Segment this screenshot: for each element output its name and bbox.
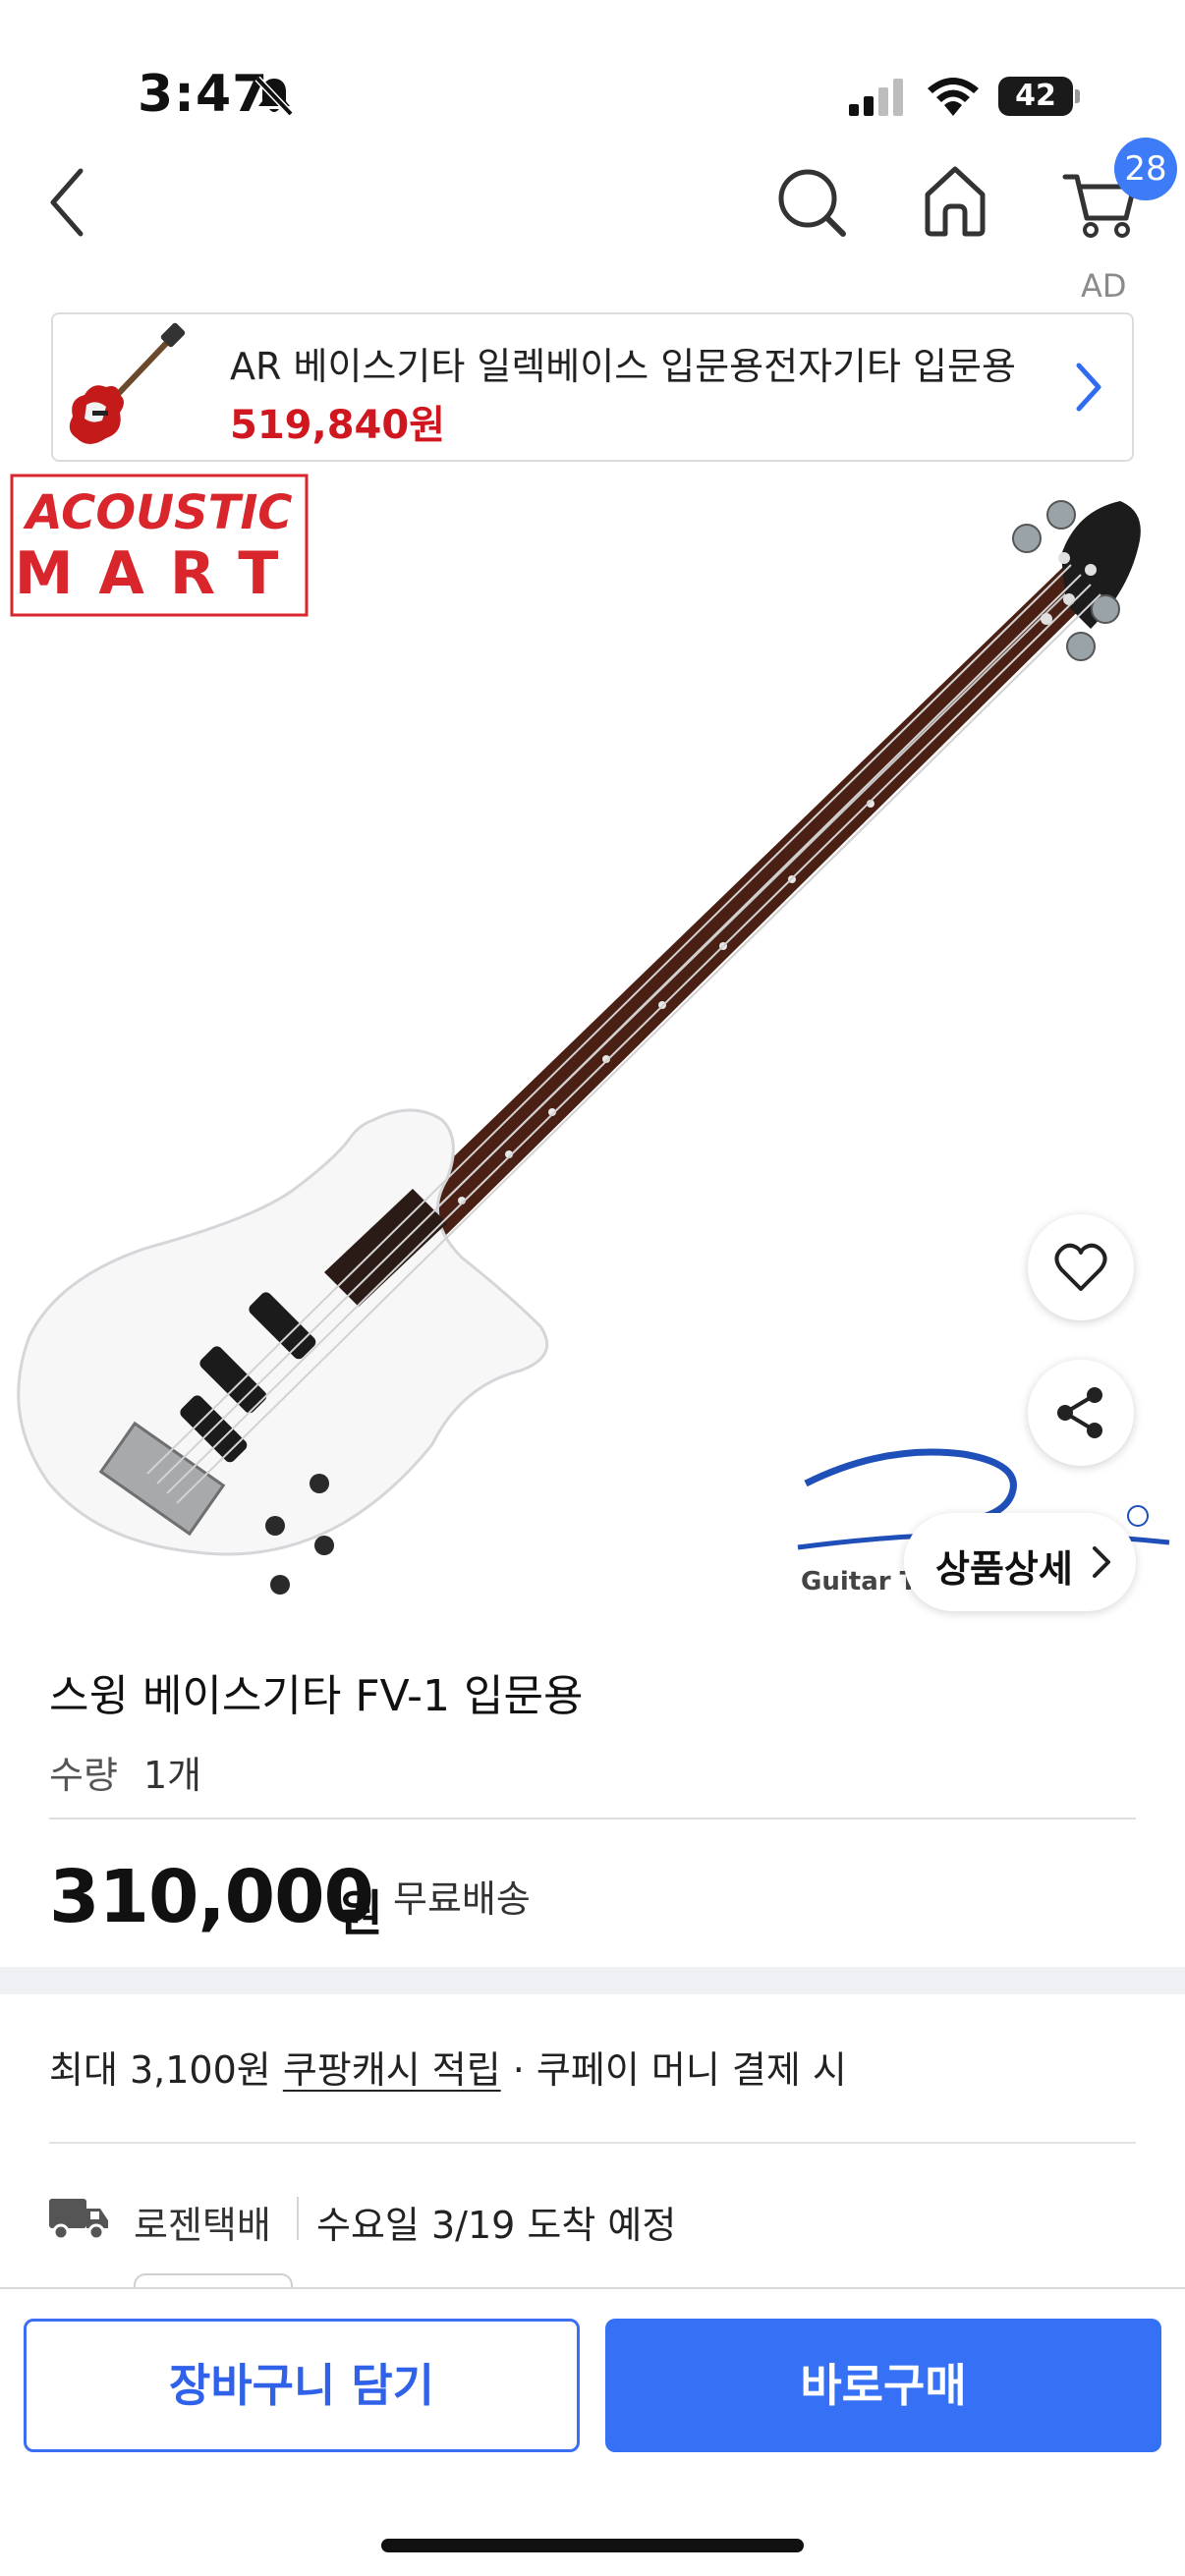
share-button[interactable] [1028,1360,1134,1466]
home-icon[interactable] [920,161,990,240]
divider [297,2197,299,2240]
heart-icon [1054,1243,1107,1291]
battery-icon: 42 [998,77,1081,116]
quantity-label: 수량 [49,1754,118,1797]
search-icon[interactable] [774,161,849,242]
ad-label: AD [1081,267,1127,305]
free-shipping-label: 무료배송 [393,1877,531,1921]
cashback-info: 최대 3,100원 쿠팡캐시 적립 · 쿠페이 머니 결제 시 [49,2040,847,2094]
arrival-estimate: 수요일 3/19 도착 예정 [316,2204,677,2247]
product-title: 스윙 베이스기타 FV-1 입문용 [49,1671,584,1721]
chevron-right-icon[interactable] [1071,358,1106,417]
status-time: 3:47 [138,65,269,124]
add-to-cart-button[interactable]: 장바구니 담기 [24,2319,580,2452]
status-bar: 3:47 42 [0,0,1185,147]
ad-product-image [69,322,186,444]
share-icon [1057,1387,1102,1438]
home-indicator[interactable] [381,2539,804,2552]
cellular-signal-icon [849,79,903,116]
cart-count-badge: 28 [1114,138,1177,200]
price-currency: 원 [338,1885,383,1942]
buy-now-button[interactable]: 바로구매 [605,2319,1161,2452]
back-icon[interactable] [43,163,92,242]
svg-text:MART: MART [15,539,305,608]
cashback-suffix: · 쿠페이 머니 결제 시 [500,2048,847,2092]
sponsored-product-card[interactable]: AR 베이스기타 일렉베이스 입문용전자기타 입문용 519,840원 [51,312,1134,462]
acoustic-mart-logo: ACOUSTIC MART [10,474,309,617]
product-detail-label: 상품상세 [935,1547,1073,1591]
ad-price: 519,840원 [230,403,445,448]
divider [49,2142,1136,2144]
section-separator [0,1967,1185,1994]
ad-title: AR 베이스기타 일렉베이스 입문용전자기타 입문용 [230,345,1016,388]
product-price: 310,000 [49,1855,374,1939]
chevron-right-icon [1093,1546,1110,1578]
quantity-value: 1개 [143,1754,202,1797]
battery-percent: 42 [1015,79,1056,113]
wishlist-button[interactable] [1028,1214,1134,1320]
divider [49,1818,1136,1820]
wifi-icon [928,78,979,116]
courier-name: 로젠택배 [134,2204,271,2247]
product-image[interactable]: ACOUSTIC MART Guitar Te [0,472,1185,1660]
bell-muted-icon [254,76,294,117]
product-detail-button[interactable]: 상품상세 [904,1513,1136,1611]
svg-text:ACOUSTIC: ACOUSTIC [22,485,292,540]
bottom-action-bar: 장바구니 담기 바로구매 [0,2287,1185,2576]
bass-guitar-illustration: ACOUSTIC MART Guitar Te [10,474,1170,1596]
top-nav [0,147,1185,275]
coupang-cash-link[interactable]: 쿠팡캐시 적립 [283,2048,501,2092]
cashback-prefix: 최대 3,100원 [49,2048,283,2092]
delivery-truck-icon [49,2199,108,2240]
